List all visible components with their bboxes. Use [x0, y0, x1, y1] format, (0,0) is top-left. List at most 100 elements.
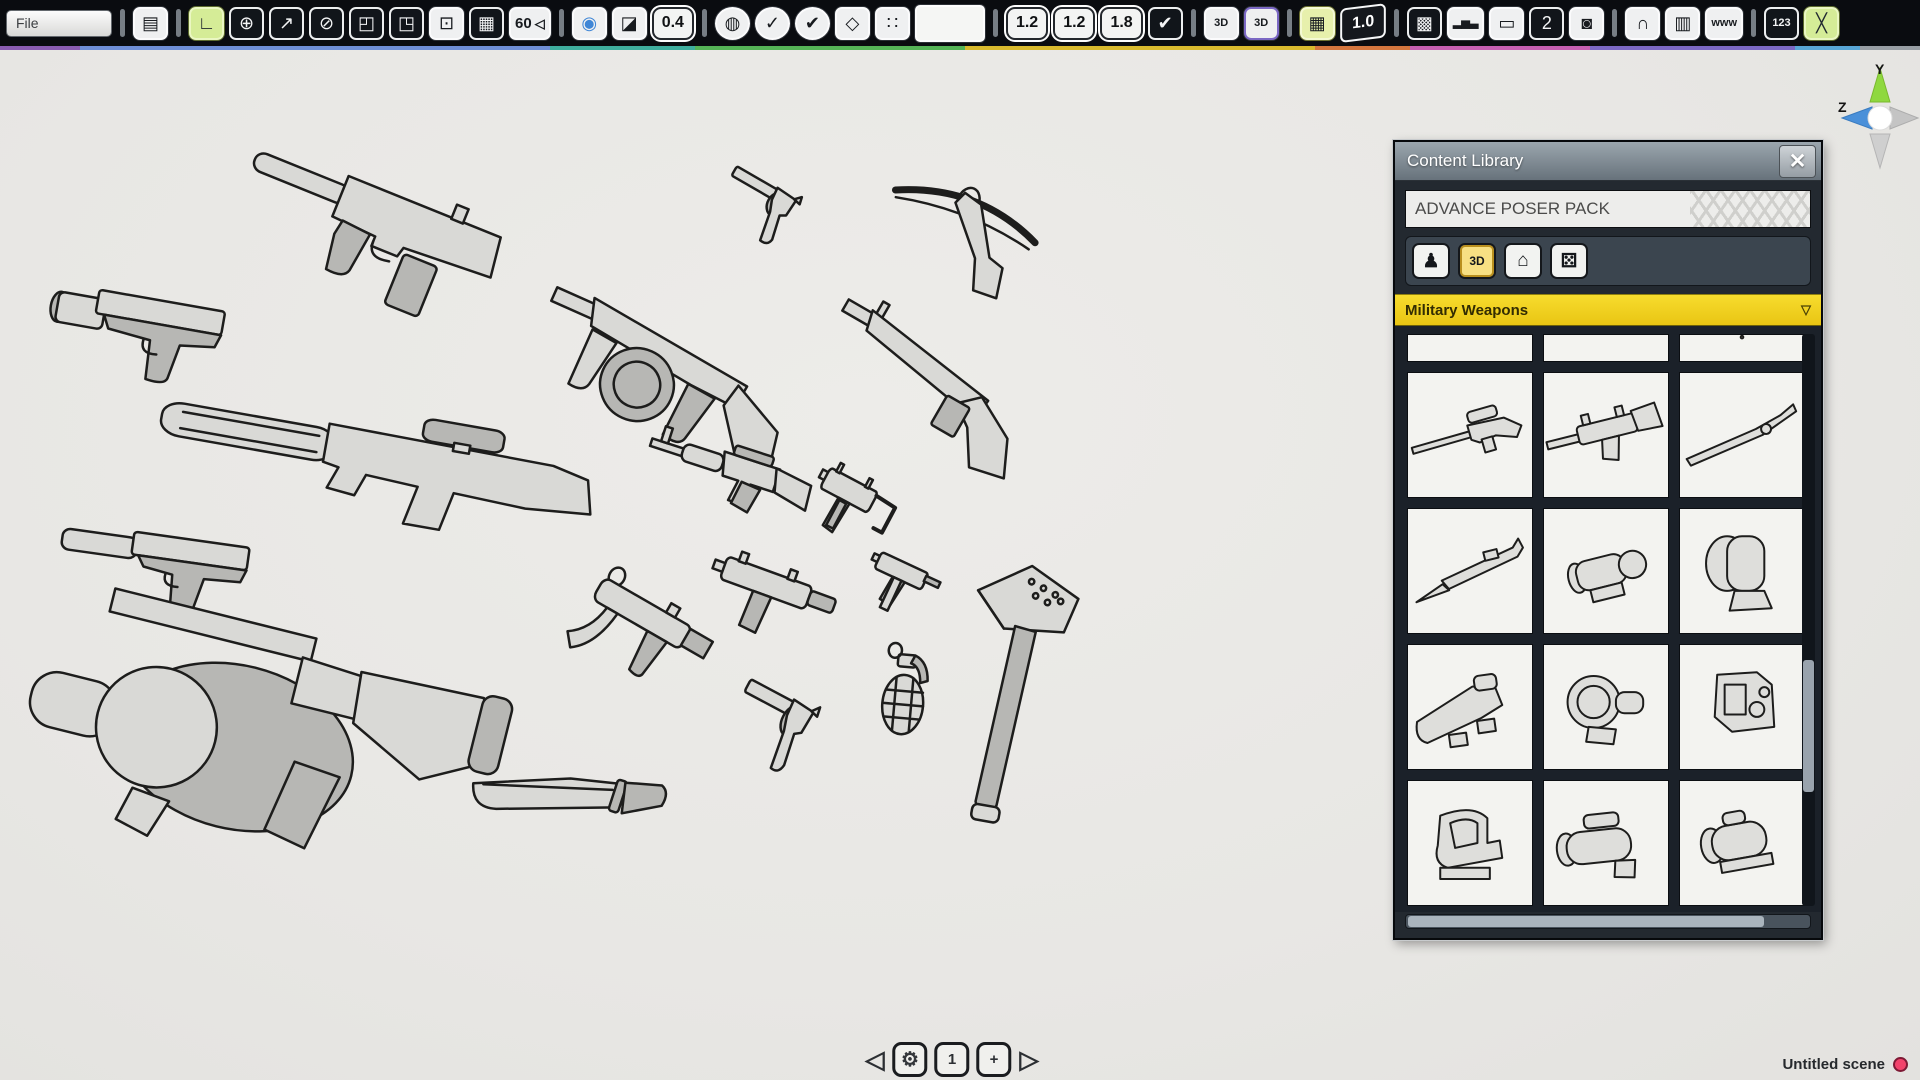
next-page-icon[interactable]: ▷ [1019, 1045, 1040, 1074]
line-detail-value[interactable]: 1.2 [1053, 7, 1095, 40]
revolver-top[interactable] [703, 149, 841, 276]
gear-icon[interactable]: ⚙ [893, 1042, 928, 1077]
thumbnail-grid [1395, 326, 1821, 912]
thumb-partial-2[interactable] [1543, 334, 1669, 362]
line-scale-value[interactable]: 1.8 [1100, 7, 1142, 40]
thumb-magnifier-sight[interactable] [1679, 508, 1805, 634]
depth-cube-icon[interactable]: ◪ [612, 7, 647, 40]
toolbar-separator [1287, 9, 1292, 37]
accent-strip-segment [1795, 46, 1860, 50]
thumb-bayonet-rifle[interactable] [1407, 508, 1533, 634]
film-frame-icon[interactable]: 2 [1529, 7, 1564, 40]
tactical-axe[interactable] [926, 551, 1098, 835]
thumbnail-row [1407, 372, 1795, 498]
thumbnail-row [1407, 644, 1795, 770]
snapshot-export-icon[interactable]: ▤ [133, 7, 168, 40]
vertical-scrollbar-thumb[interactable] [1803, 660, 1814, 792]
fullscreen-icon[interactable]: ╳ [1804, 7, 1839, 40]
plane-cursor-icon[interactable]: ▭ [1489, 7, 1524, 40]
mp5-smg[interactable] [540, 543, 734, 740]
rotate-cube-icon[interactable]: ◰ [349, 7, 384, 40]
folder-3d-color-icon[interactable]: 3D [1244, 7, 1279, 40]
toon-toggle-icon[interactable]: ✔ [795, 7, 830, 40]
grenade-launcher[interactable] [0, 557, 564, 933]
accent-strip-segment [1860, 46, 1920, 50]
thumb-battle-rifle[interactable] [1543, 372, 1669, 498]
gizmo-x-axis-cone [1890, 107, 1918, 129]
file-menu-button[interactable]: File [6, 10, 112, 37]
thumb-red-dot-sight[interactable] [1543, 644, 1669, 770]
thumb-holo-sight[interactable] [1679, 644, 1805, 770]
audio-icon[interactable]: ∩ [1625, 7, 1660, 40]
camera-icon[interactable]: ◙ [1569, 7, 1604, 40]
hand-grenade[interactable] [865, 637, 946, 751]
status-indicator-dot[interactable] [1893, 1057, 1908, 1072]
panel-titlebar[interactable]: Content Library ✕ [1395, 142, 1821, 181]
prism-icon[interactable]: ◇ [835, 7, 870, 40]
dither-pattern-icon[interactable]: ▩ [1407, 7, 1442, 40]
category-header-military-weapons[interactable]: Military Weapons ▽ [1395, 294, 1821, 326]
floor-grid-icon[interactable]: ▦ [469, 7, 504, 40]
scale-view-icon[interactable]: ↗ [269, 7, 304, 40]
line-weight-value[interactable]: 1.2 [1006, 7, 1048, 40]
mp7-smg[interactable] [693, 527, 864, 664]
shading-sphere-icon[interactable]: ◍ [715, 7, 750, 40]
ambient-value[interactable]: 0.4 [652, 7, 694, 40]
gizmo-center [1868, 106, 1892, 130]
accent-strip-segment [695, 46, 965, 50]
horizontal-scrollbar-thumb[interactable] [1408, 916, 1764, 927]
color-swatch[interactable] [915, 5, 985, 42]
filter-bar: ♟3D⌂⚄ [1405, 236, 1811, 286]
thumb-reflex-sight[interactable] [1407, 780, 1533, 906]
accent-strip-segment [1315, 46, 1410, 50]
web-icon[interactable]: www [1705, 7, 1743, 40]
focus-target-icon[interactable]: ◉ [572, 7, 607, 40]
image-icon[interactable]: ▥ [1665, 7, 1700, 40]
orbit-globe-icon[interactable]: ⊕ [229, 7, 264, 40]
close-icon[interactable]: ✕ [1779, 145, 1816, 178]
thumb-sniper-rifle[interactable] [1407, 372, 1533, 498]
scene-name: Untitled scene [1782, 1056, 1885, 1073]
gizmo-z-label: Z [1838, 99, 1847, 115]
figures-filter-icon[interactable]: ♟ [1412, 243, 1450, 279]
page-number[interactable]: 1 [935, 1042, 970, 1077]
folder-3d-icon[interactable]: 3D [1204, 7, 1239, 40]
thumbnail-row [1407, 780, 1795, 906]
add-page-icon[interactable]: + [977, 1042, 1012, 1077]
cube-focus-icon[interactable]: ⊡ [429, 7, 464, 40]
thumb-prism-scope[interactable] [1407, 644, 1533, 770]
thumb-partial-1[interactable] [1407, 334, 1533, 362]
lines-enabled-checkbox[interactable]: ✔ [1148, 7, 1183, 40]
vertical-scrollbar[interactable] [1802, 334, 1815, 906]
buildings-filter-icon[interactable]: ⌂ [1504, 243, 1542, 279]
material-spheres-icon[interactable]: ∷ [875, 7, 910, 40]
revolver-bottom[interactable] [709, 657, 862, 807]
library-shelf-icon[interactable]: ▦ [1300, 7, 1335, 40]
translate-cube-icon[interactable]: ◳ [389, 7, 424, 40]
move-axes-icon[interactable]: ∟ [189, 7, 224, 40]
thumb-scope-combo[interactable] [1543, 780, 1669, 906]
thumb-vintage-rifle[interactable] [1679, 372, 1805, 498]
pack-name-row: ADVANCE POSER PACK [1395, 181, 1821, 236]
pack-name-field[interactable]: ADVANCE POSER PACK [1405, 190, 1811, 228]
thumb-tube-sight[interactable] [1679, 780, 1805, 906]
horizontal-scrollbar[interactable] [1405, 914, 1811, 929]
page-controls: ◁ ⚙ 1 + ▷ [864, 1042, 1039, 1077]
thumbnail-row [1407, 334, 1795, 362]
fov-60-icon[interactable]: 60◁ [509, 7, 551, 40]
toolbar-separator [120, 9, 125, 37]
restrict-view-icon[interactable]: ⊘ [309, 7, 344, 40]
thumb-acog-scope[interactable] [1543, 508, 1669, 634]
scale-value[interactable]: 1.0 [1340, 3, 1386, 43]
orientation-gizmo[interactable]: Y Z [1838, 60, 1920, 178]
accent-strip [0, 46, 1920, 50]
histogram-icon[interactable]: ▂▅▃ [1447, 7, 1484, 40]
thumb-partial-3[interactable] [1679, 334, 1805, 362]
accent-strip-segment [0, 46, 80, 50]
numeric-cube-icon[interactable]: 123 [1764, 7, 1799, 40]
prev-page-icon[interactable]: ◁ [864, 1045, 885, 1074]
toolbar-separator [993, 9, 998, 37]
outline-toggle-icon[interactable]: ✓ [755, 7, 790, 40]
dice-filter-icon[interactable]: ⚄ [1550, 243, 1588, 279]
props-3d-filter-icon[interactable]: 3D [1458, 243, 1496, 279]
